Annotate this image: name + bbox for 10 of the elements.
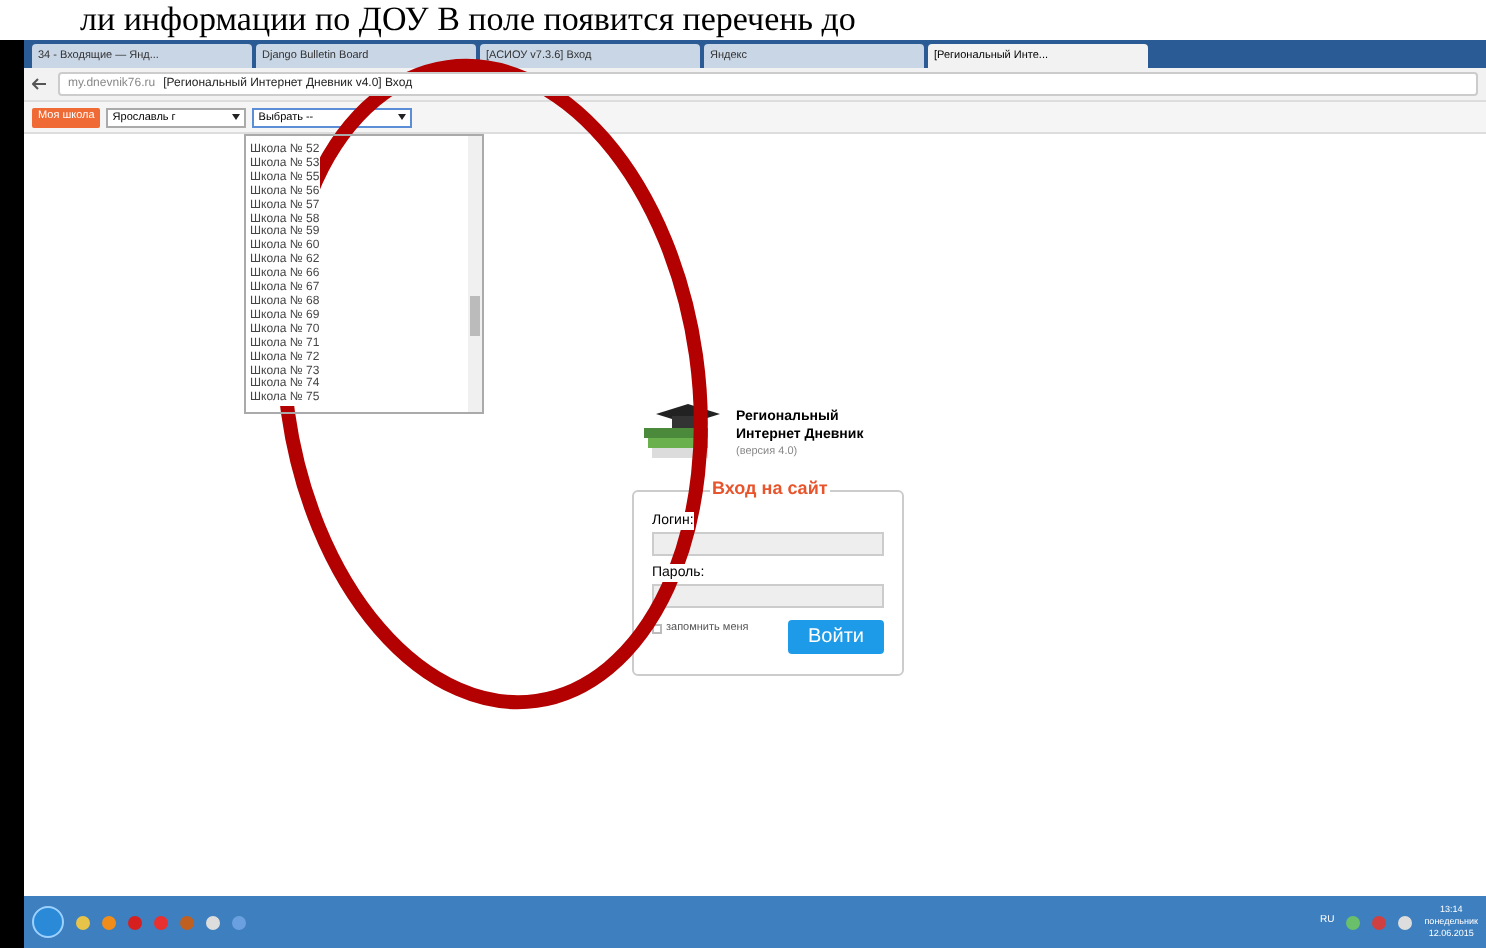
remember-checkbox[interactable] [652,623,662,634]
back-arrow-icon[interactable] [32,78,46,90]
dropdown-caret-icon [232,114,241,120]
slide-caption: ли информации по ДОУ В поле появится перечень до [78,0,856,40]
start-button-icon[interactable] [32,906,64,938]
login-input-field[interactable] [652,532,884,556]
scrollbar[interactable] [468,136,482,412]
password-input-field[interactable] [652,584,884,608]
dropdown-caret-icon [398,114,407,120]
login-legend: Вход на сайт [710,478,830,500]
